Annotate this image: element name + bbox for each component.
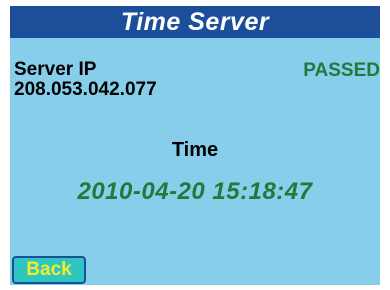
time-label: Time [171, 139, 219, 161]
back-button[interactable]: Back [12, 256, 86, 284]
time-server-screen: Time Server Server IP 208.053.042.077 PA… [0, 0, 390, 290]
server-ip-label: Server IP [14, 59, 97, 80]
status-badge: PASSED [303, 60, 380, 81]
server-ip-value: 208.053.042.077 [14, 79, 157, 100]
time-value: 2010-04-20 15:18:47 [77, 178, 313, 205]
page-title: Time Server [10, 6, 380, 38]
